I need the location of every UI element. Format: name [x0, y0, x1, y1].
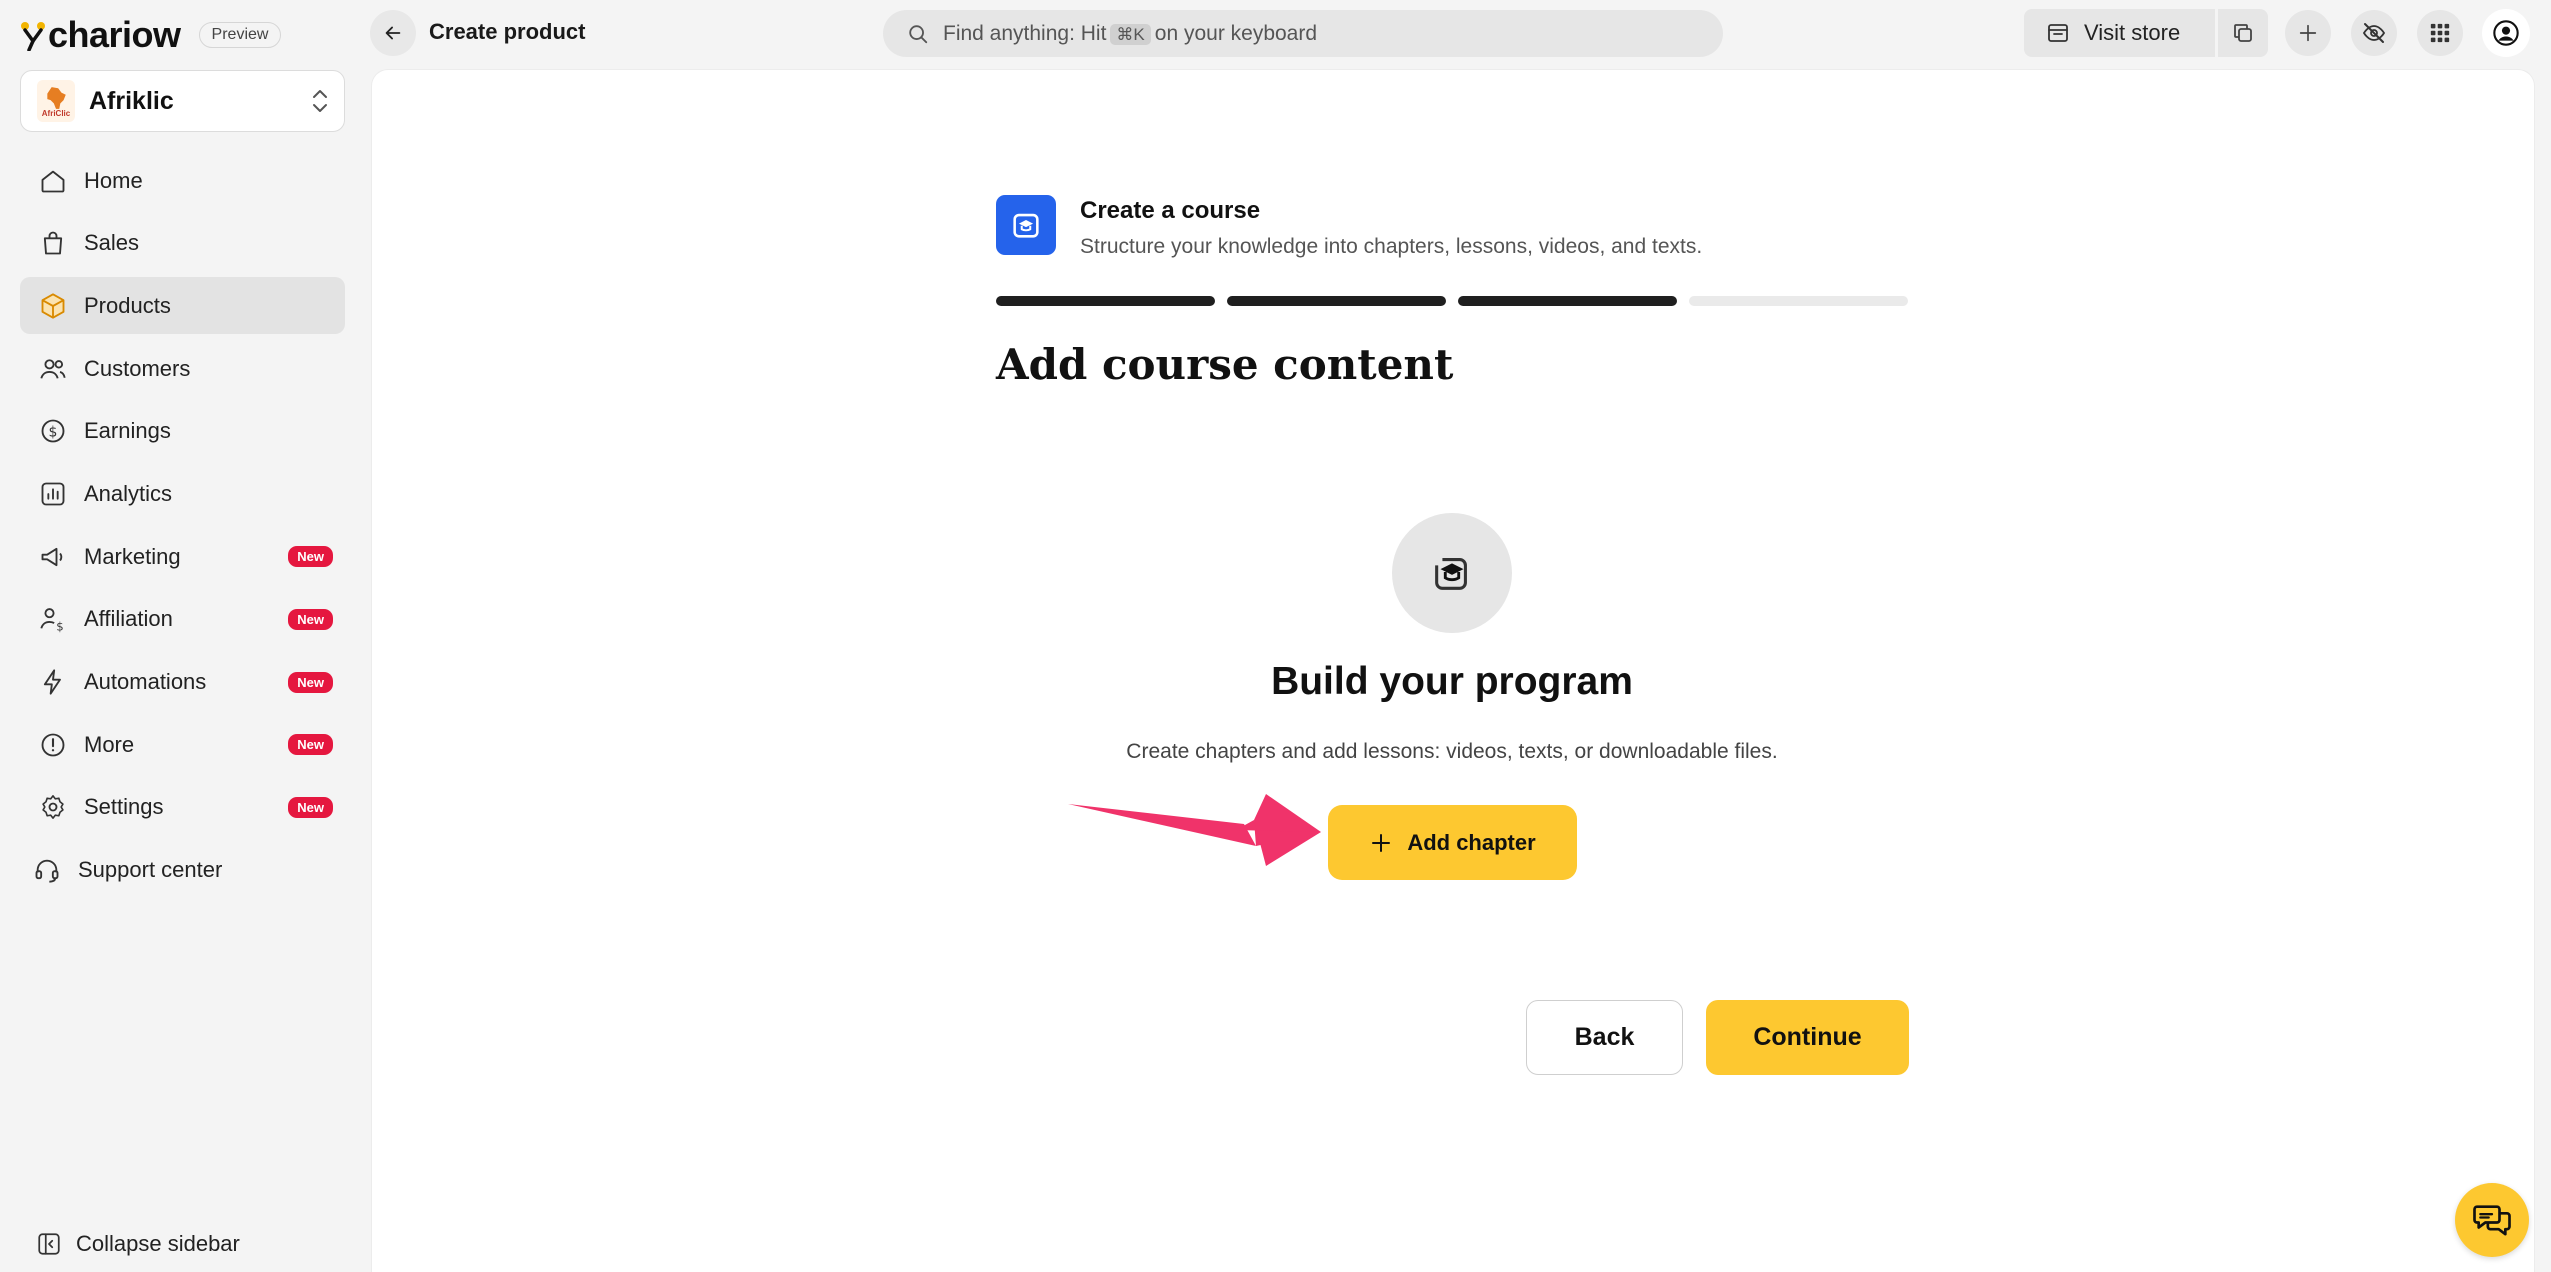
grid-icon	[2430, 23, 2450, 43]
back-button[interactable]: Back	[1526, 1000, 1683, 1075]
africa-map-icon	[47, 86, 66, 109]
store-switcher[interactable]: AfriClic Afriklic	[20, 70, 345, 132]
collapse-sidebar-button[interactable]: Collapse sidebar	[36, 1231, 240, 1257]
visit-store-label: Visit store	[2084, 20, 2181, 45]
progress-segment	[996, 296, 1215, 306]
sidebar-item-label: Products	[84, 292, 171, 318]
new-badge: New	[288, 796, 333, 818]
plus-icon	[2299, 24, 2317, 42]
chevron-up-down-icon	[313, 90, 327, 112]
sidebar-item-label: Marketing	[84, 543, 181, 569]
sidebar-item-label: More	[84, 731, 135, 757]
empty-state-title: Build your program	[1271, 660, 1633, 703]
shortcut-key: ⌘K	[1110, 23, 1151, 45]
collapse-sidebar-label: Collapse sidebar	[76, 1231, 240, 1256]
section-title: Add course content	[996, 340, 1454, 389]
user-dollar-icon: $	[38, 604, 68, 634]
copy-link-button[interactable]	[2218, 9, 2268, 57]
sidebar-item-marketing[interactable]: Marketing New	[20, 528, 345, 585]
hide-preview-button[interactable]	[2351, 10, 2397, 56]
new-badge: New	[288, 608, 333, 630]
course-type-subtitle: Structure your knowledge into chapters, …	[1080, 235, 1703, 258]
page-title: Create product	[429, 19, 586, 44]
svg-text:$: $	[56, 620, 63, 633]
sidebar-item-label: Support center	[78, 857, 223, 883]
svg-text:$: $	[49, 425, 58, 441]
chariow-logo-icon: chariow	[20, 14, 181, 56]
search-icon	[909, 24, 928, 43]
user-circle-icon	[2493, 20, 2519, 46]
brand[interactable]: chariow Preview	[20, 14, 282, 56]
dollar-circle-icon: $	[38, 416, 68, 446]
course-type-header: Create a course Structure your knowledge…	[996, 195, 1702, 259]
pointer-arrow-icon	[1068, 794, 1321, 866]
sidebar-item-analytics[interactable]: Analytics	[20, 465, 345, 522]
sidebar-item-label: Analytics	[84, 480, 173, 506]
sidebar-item-more[interactable]: More New	[20, 716, 345, 773]
back-arrow-button[interactable]	[370, 10, 416, 56]
info-circle-icon	[38, 730, 68, 760]
course-icon	[996, 195, 1056, 255]
store-logo: AfriClic	[37, 80, 75, 122]
step-progress-bar	[996, 296, 1908, 306]
bar-chart-icon	[38, 479, 68, 509]
chat-support-button[interactable]	[2455, 1183, 2529, 1257]
headset-icon	[32, 855, 62, 885]
store-icon	[2048, 24, 2068, 42]
sidebar-item-support-center[interactable]: Support center	[20, 842, 345, 899]
package-icon	[38, 291, 68, 321]
home-icon	[38, 166, 68, 196]
gear-icon	[38, 792, 68, 822]
sidebar-item-label: Customers	[84, 355, 191, 381]
eye-off-icon	[2362, 23, 2386, 43]
sidebar-item-label: Settings	[84, 794, 164, 820]
sidebar-item-label: Automations	[84, 669, 207, 694]
sidebar-item-home[interactable]: Home	[20, 152, 345, 209]
lightning-icon	[38, 667, 68, 697]
plus-icon	[1372, 833, 1391, 852]
sidebar-item-affiliation[interactable]: $ Affiliation New	[20, 591, 345, 648]
sidebar-item-label: Sales	[84, 230, 140, 256]
progress-segment	[1689, 296, 1908, 306]
add-chapter-label: Add chapter	[1407, 829, 1536, 855]
progress-segment	[1458, 296, 1677, 306]
users-icon	[38, 354, 68, 384]
new-badge: New	[288, 734, 333, 756]
sidebar-item-label: Affiliation	[84, 606, 173, 632]
sidebar-item-automations[interactable]: Automations New	[20, 654, 345, 711]
sidebar-nav: Home Sales Products Customers $ Earnings…	[20, 152, 345, 904]
course-type-title: Create a course	[1080, 197, 1261, 224]
preview-badge: Preview	[198, 22, 282, 48]
continue-button[interactable]: Continue	[1706, 1000, 1909, 1075]
arrow-left-icon	[385, 26, 401, 40]
megaphone-icon	[38, 542, 68, 572]
sidebar-collapse-icon	[38, 1233, 60, 1255]
new-badge: New	[288, 546, 333, 568]
new-badge: New	[288, 671, 333, 693]
shopping-bag-icon	[38, 228, 68, 258]
empty-state-description: Create chapters and add lessons: videos,…	[1126, 740, 1778, 763]
apps-button[interactable]	[2417, 10, 2463, 56]
sidebar-item-products[interactable]: Products	[20, 277, 345, 335]
visit-store-button[interactable]: Visit store	[2024, 9, 2215, 57]
sidebar-item-label: Earnings	[84, 418, 171, 444]
copy-icon	[2234, 24, 2252, 42]
chat-bubbles-icon	[2473, 1205, 2511, 1236]
graduation-cap-icon	[1392, 513, 1512, 633]
sidebar-item-sales[interactable]: Sales	[20, 215, 345, 272]
sidebar-item-earnings[interactable]: $ Earnings	[20, 403, 345, 460]
user-avatar-button[interactable]	[2482, 9, 2530, 57]
add-button[interactable]	[2285, 10, 2331, 56]
sidebar-item-label: Home	[84, 167, 143, 193]
search-bar[interactable]: Find anything: Hit ⌘K on your keyboard	[883, 10, 1723, 57]
brand-name: chariow	[48, 14, 181, 55]
sidebar-item-settings[interactable]: Settings New	[20, 779, 345, 836]
add-chapter-button[interactable]: Add chapter	[1328, 805, 1577, 880]
store-name: Afriklic	[89, 86, 174, 115]
search-placeholder: Find anything: Hit ⌘K on your keyboard	[943, 21, 1318, 45]
progress-segment	[1227, 296, 1446, 306]
sidebar-item-customers[interactable]: Customers	[20, 340, 345, 397]
